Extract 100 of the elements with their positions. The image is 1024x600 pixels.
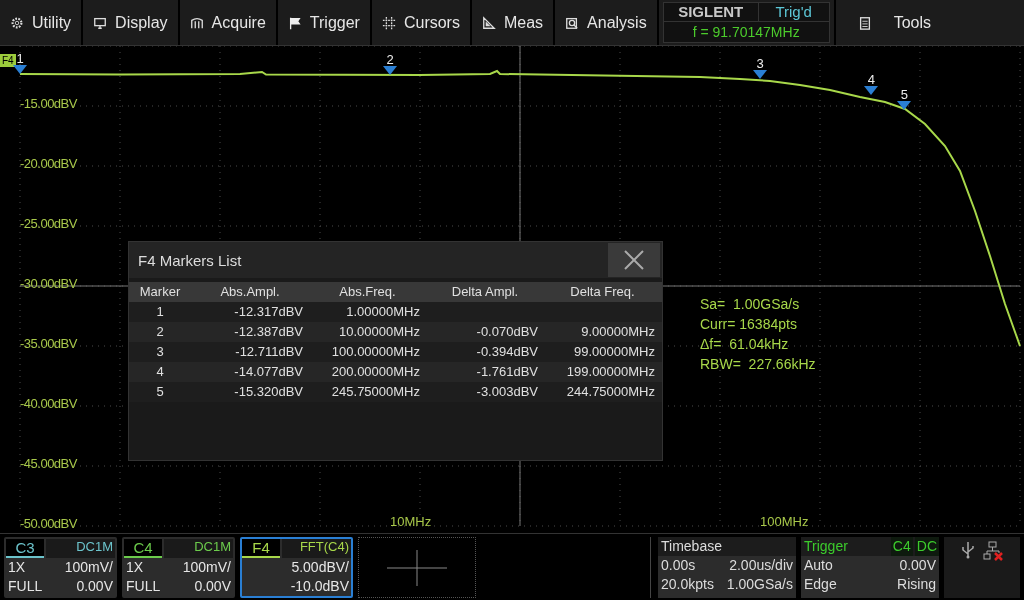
- points-value: 20.0kpts: [661, 575, 714, 594]
- measurement-text: Sa= 1.00GSa/s: [700, 295, 801, 314]
- scale-value: 100mV/: [64, 558, 113, 577]
- marker-number: 4: [867, 72, 875, 86]
- trigger-status: Trig'd: [774, 3, 813, 21]
- marker-icon: [897, 100, 912, 110]
- marker-icon: [864, 85, 879, 95]
- table-cell-text: 3: [155, 343, 165, 361]
- triangle-ruler-icon: [481, 15, 496, 30]
- marker-number: 3: [756, 56, 764, 70]
- axis-label: -15.00dBV: [20, 96, 77, 111]
- probe-value: 1X: [126, 558, 144, 577]
- offset-value: 0.00V: [194, 577, 231, 596]
- probe-value: 1X: [8, 558, 26, 577]
- table-cell-text: 4: [155, 363, 165, 381]
- channel-name: F4: [242, 539, 280, 558]
- channel-name: C3: [6, 539, 44, 558]
- channel-panel[interactable]: F4 FFT(C4) 5.00dBV/ -10.0dBV: [240, 537, 353, 598]
- marker-icon: [13, 64, 27, 74]
- flag-icon: [287, 15, 302, 30]
- usb-icon: [961, 541, 975, 559]
- trigger-source: C4: [890, 537, 913, 556]
- scale-value: 100mV/: [182, 558, 231, 577]
- axis-label: -30.00dBV: [20, 276, 77, 291]
- monitor-icon: [93, 15, 108, 30]
- brand-logo: SIGLENT: [663, 3, 759, 21]
- measurement-text: Δf= 61.04kHz: [700, 335, 790, 354]
- close-button[interactable]: [608, 243, 660, 277]
- axis-label: -20.00dBV: [20, 156, 77, 171]
- table-cell-text: 9.00000MHz: [580, 323, 656, 341]
- column-header: Delta Freq.: [569, 283, 636, 301]
- column-header: Abs.Ampl.: [219, 283, 281, 301]
- offset-value: -10.0dBV: [290, 577, 349, 596]
- measurement-text: Curr= 16384pts: [700, 315, 798, 334]
- marker-number: 1: [16, 51, 24, 65]
- plus-icon: [387, 549, 447, 586]
- table-cell-text: 10.00000MHz: [338, 323, 421, 341]
- table-cell-text: 199.00000MHz: [565, 363, 656, 381]
- table-cell-text: -0.070dBV: [475, 323, 539, 341]
- scale-value: 5.00dBV/: [291, 558, 349, 577]
- marker-number: 5: [900, 87, 909, 101]
- add-channel-button[interactable]: [358, 537, 476, 598]
- panel-title: Trigger: [803, 537, 848, 556]
- table-cell-text: -12.317dBV: [233, 303, 304, 321]
- panel-title: F4 Markers List: [137, 251, 242, 269]
- timebase-panel[interactable]: Timebase 0.00s 2.00us/div 20.0kpts 1.00GSa/s: [658, 537, 796, 598]
- trigger-type: Edge: [804, 575, 837, 594]
- table-cell-text: 1.00000MHz: [345, 303, 421, 321]
- channel-name: C4: [124, 539, 162, 558]
- table-cell-text: -14.077dBV: [233, 363, 304, 381]
- table-cell-text: 245.75000MHz: [330, 383, 421, 401]
- marker-icon: [753, 69, 767, 79]
- trigger-coupling: DC: [914, 537, 939, 556]
- measurement-text: RBW= 227.66kHz: [700, 355, 816, 374]
- channel-coupling: DC1M: [46, 539, 115, 558]
- table-cell-text: -3.003dBV: [475, 383, 539, 401]
- marker-icon: [383, 65, 397, 75]
- network-disconnected-icon: [983, 541, 1003, 561]
- table-cell-text: 100.00000MHz: [330, 343, 421, 361]
- trigger-mode: Auto: [804, 556, 833, 575]
- table-cell-text: 244.75000MHz: [565, 383, 656, 401]
- table-cell-text: 2: [155, 323, 165, 341]
- sample-rate: 1.00GSa/s: [726, 575, 793, 594]
- close-icon: [623, 249, 645, 271]
- axis-label: -50.00dBV: [20, 516, 77, 531]
- channel-panel[interactable]: C3 DC1M 1X 100mV/ FULL 0.00V: [4, 537, 117, 598]
- table-cell-text: -12.711dBV: [234, 343, 304, 361]
- channel-coupling: FFT(C4): [282, 539, 351, 558]
- column-header: Marker: [138, 283, 182, 301]
- clipboard-icon: [857, 15, 872, 30]
- table-cell-text: -12.387dBV: [233, 323, 304, 341]
- range-value: FULL: [126, 577, 161, 596]
- table-cell-text: 5: [155, 383, 165, 401]
- trigger-panel[interactable]: Trigger C4 DC Auto 0.00V Edge Rising: [801, 537, 939, 598]
- gear-icon: [10, 15, 24, 30]
- trigger-level: 0.00V: [899, 556, 936, 575]
- axis-label: -35.00dBV: [20, 336, 77, 351]
- trace-tag: F4: [0, 54, 16, 67]
- column-header: Abs.Freq.: [338, 283, 397, 301]
- table-cell-text: -15.320dBV: [233, 383, 304, 401]
- magnifier-chart-icon: [565, 15, 580, 30]
- panel-title: Timebase: [658, 537, 796, 556]
- axis-label: -25.00dBV: [20, 216, 77, 231]
- marker-number: 2: [386, 52, 394, 66]
- table-cell-text: -0.394dBV: [475, 343, 539, 361]
- axis-label: 100MHz: [760, 514, 809, 529]
- column-header: Delta Ampl.: [450, 283, 520, 301]
- offset-value: 0.00V: [76, 577, 113, 596]
- table-cell-text: 200.00000MHz: [330, 363, 421, 381]
- table-cell-text: 99.00000MHz: [573, 343, 656, 361]
- delay-value: 0.00s: [661, 556, 696, 575]
- table-cell-text: -1.761dBV: [475, 363, 539, 381]
- timebase-scale: 2.00us/div: [729, 556, 793, 575]
- range-value: FULL: [8, 577, 43, 596]
- channel-coupling: DC1M: [164, 539, 233, 558]
- cursors-icon: [381, 15, 396, 30]
- trigger-slope: Rising: [897, 575, 936, 594]
- table-cell-text: 1: [155, 303, 165, 321]
- frequency-readout: f = 91.70147MHz: [691, 23, 801, 42]
- channel-panel[interactable]: C4 DC1M 1X 100mV/ FULL 0.00V: [122, 537, 235, 598]
